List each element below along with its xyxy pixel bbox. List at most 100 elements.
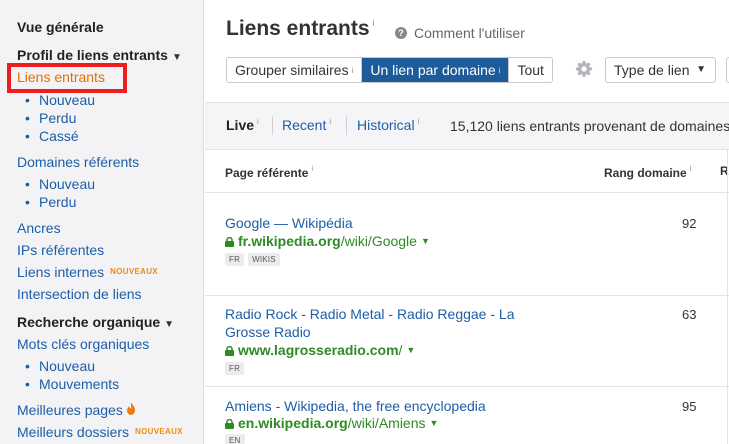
row-divider	[205, 386, 729, 387]
help-link-label: Comment l'utiliser	[414, 25, 525, 41]
page-title: Liens entrants i	[226, 17, 375, 41]
new-badge: NOUVEAUX	[110, 267, 158, 276]
tab-recent-label: Recent	[282, 117, 327, 133]
sidebar-backlinks-profile[interactable]: Profil de liens entrants ▼	[17, 47, 182, 63]
row-url[interactable]: en.wikipedia.org/wiki/Amiens ▼	[225, 415, 438, 431]
sidebar: Vue générale Profil de liens entrants ▼ L…	[0, 0, 204, 444]
sidebar-item-top-pages[interactable]: Meilleures pages	[17, 402, 136, 418]
link-type-select[interactable]: Type de lien ▼	[605, 57, 716, 83]
sidebar-item-top-pages-label: Meilleures pages	[17, 402, 123, 418]
sidebar-item-anchors[interactable]: Ancres	[17, 220, 61, 236]
grouping-segmented-control: Grouper similaires i Un lien par domaine i…	[226, 57, 553, 83]
column-divider	[727, 150, 728, 444]
highlight-box	[7, 63, 127, 93]
tag: EN	[225, 434, 245, 444]
info-icon: i	[689, 164, 692, 173]
info-icon: i	[329, 117, 332, 126]
caret-down-icon: ▼	[164, 319, 175, 330]
all-button[interactable]: Tout	[509, 58, 552, 82]
main-content: Liens entrants i ? Comment l'utiliser Gro…	[205, 0, 729, 444]
fire-icon	[126, 402, 136, 418]
sidebar-item-backlinks-lost[interactable]: Perdu	[25, 110, 76, 126]
new-badge: NOUVEAUX	[135, 427, 183, 436]
caret-down-icon[interactable]: ▼	[406, 345, 415, 355]
help-link[interactable]: ? Comment l'utiliser	[395, 25, 525, 41]
sidebar-organic-search-label: Recherche organique	[17, 314, 161, 330]
row-title-link[interactable]: Radio Rock - Radio Metal - Radio Reggae …	[225, 305, 525, 341]
row-url[interactable]: fr.wikipedia.org/wiki/Google ▼	[225, 233, 430, 249]
info-icon: i	[498, 65, 501, 75]
page-title-text: Liens entrants	[226, 17, 370, 40]
tab-live[interactable]: Live i	[226, 117, 259, 133]
col-referring-page[interactable]: Page référente i	[225, 164, 313, 180]
row-url-path: /wiki/Amiens	[347, 415, 426, 431]
row-url-path: /wiki/Google	[340, 233, 417, 249]
tag: FR	[225, 362, 245, 375]
row-divider	[205, 295, 729, 296]
row-tags: FR WIKIS	[225, 253, 280, 266]
lock-icon	[225, 237, 234, 247]
sidebar-item-organic-keywords[interactable]: Mots clés organiques	[17, 336, 149, 352]
sidebar-item-ok-new[interactable]: Nouveau	[25, 358, 95, 374]
tab-divider	[346, 116, 347, 135]
row-title-link[interactable]: Amiens - Wikipedia, the free encyclopedi…	[225, 397, 525, 415]
caret-down-icon[interactable]: ▼	[421, 236, 430, 246]
sidebar-item-internal-links[interactable]: Liens internes NOUVEAUX	[17, 264, 158, 280]
sidebar-item-referring-domains[interactable]: Domaines référents	[17, 154, 139, 170]
row-url-path: /	[398, 342, 403, 358]
tag: FR	[225, 253, 245, 266]
row-domain-rating: 92	[682, 216, 697, 231]
sidebar-item-rd-lost[interactable]: Perdu	[25, 194, 76, 210]
group-similar-label: Grouper similaires	[235, 62, 349, 78]
one-per-domain-label: Un lien par domaine	[370, 62, 496, 78]
row-url-domain: fr.wikipedia.org	[238, 233, 341, 249]
row-tags: FR	[225, 362, 245, 375]
info-icon: i	[351, 65, 354, 75]
gear-icon[interactable]	[575, 60, 593, 78]
caret-down-icon[interactable]: ▼	[430, 418, 439, 428]
tag: WIKIS	[248, 253, 280, 266]
results-summary: 15,120 liens entrants provenant de domai…	[450, 118, 729, 134]
tab-historical-label: Historical	[357, 117, 415, 133]
info-icon: i	[257, 117, 259, 126]
sidebar-item-backlinks-broken[interactable]: Cassé	[25, 128, 79, 144]
caret-down-icon: ▼	[171, 52, 182, 63]
sidebar-item-top-folders-label: Meilleurs dossiers	[17, 424, 130, 440]
tab-historical[interactable]: Historical i	[357, 117, 419, 133]
sidebar-item-top-folders[interactable]: Meilleurs dossiers NOUVEAUX	[17, 424, 183, 440]
row-url-domain: en.wikipedia.org	[238, 415, 348, 431]
sidebar-backlinks-profile-label: Profil de liens entrants	[17, 47, 168, 63]
info-icon: i	[417, 117, 420, 126]
lock-icon	[225, 419, 234, 429]
sidebar-item-ok-movements[interactable]: Mouvements	[25, 376, 119, 392]
tab-divider	[272, 116, 273, 135]
link-type-label: Type de lien	[614, 62, 690, 78]
sidebar-item-backlinks-new[interactable]: Nouveau	[25, 92, 95, 108]
sidebar-overview[interactable]: Vue générale	[17, 19, 104, 35]
help-icon: ?	[395, 27, 407, 39]
sidebar-item-referring-ips[interactable]: IPs référentes	[17, 242, 104, 258]
row-url[interactable]: www.lagrosseradio.com / ▼	[225, 342, 415, 358]
tab-recent[interactable]: Recent i	[282, 117, 331, 133]
tab-live-label: Live	[226, 117, 255, 133]
header-divider	[205, 192, 729, 193]
row-title-link[interactable]: Google — Wikipédia	[225, 214, 525, 232]
row-tags: EN	[225, 434, 245, 444]
col-domain-rating-label: Rang domaine	[604, 166, 687, 180]
col-referring-page-label: Page référente	[225, 166, 309, 180]
row-domain-rating: 95	[682, 399, 697, 414]
group-similar-button[interactable]: Grouper similaires i	[227, 58, 363, 82]
row-url-domain: www.lagrosseradio.com	[238, 342, 399, 358]
sidebar-item-link-intersect[interactable]: Intersection de liens	[17, 286, 142, 302]
sidebar-item-internal-links-label: Liens internes	[17, 264, 105, 280]
sidebar-organic-search[interactable]: Recherche organique ▼	[17, 314, 174, 330]
col-domain-rating[interactable]: Rang domaine i	[604, 164, 691, 180]
lock-icon	[225, 346, 234, 356]
info-icon: i	[311, 164, 314, 173]
all-label: Tout	[517, 62, 544, 78]
one-per-domain-button[interactable]: Un lien par domaine i	[362, 58, 510, 82]
chevron-down-icon: ▼	[696, 64, 706, 75]
sidebar-item-rd-new[interactable]: Nouveau	[25, 176, 95, 192]
info-icon[interactable]: i	[373, 18, 375, 28]
row-domain-rating: 63	[682, 307, 697, 322]
